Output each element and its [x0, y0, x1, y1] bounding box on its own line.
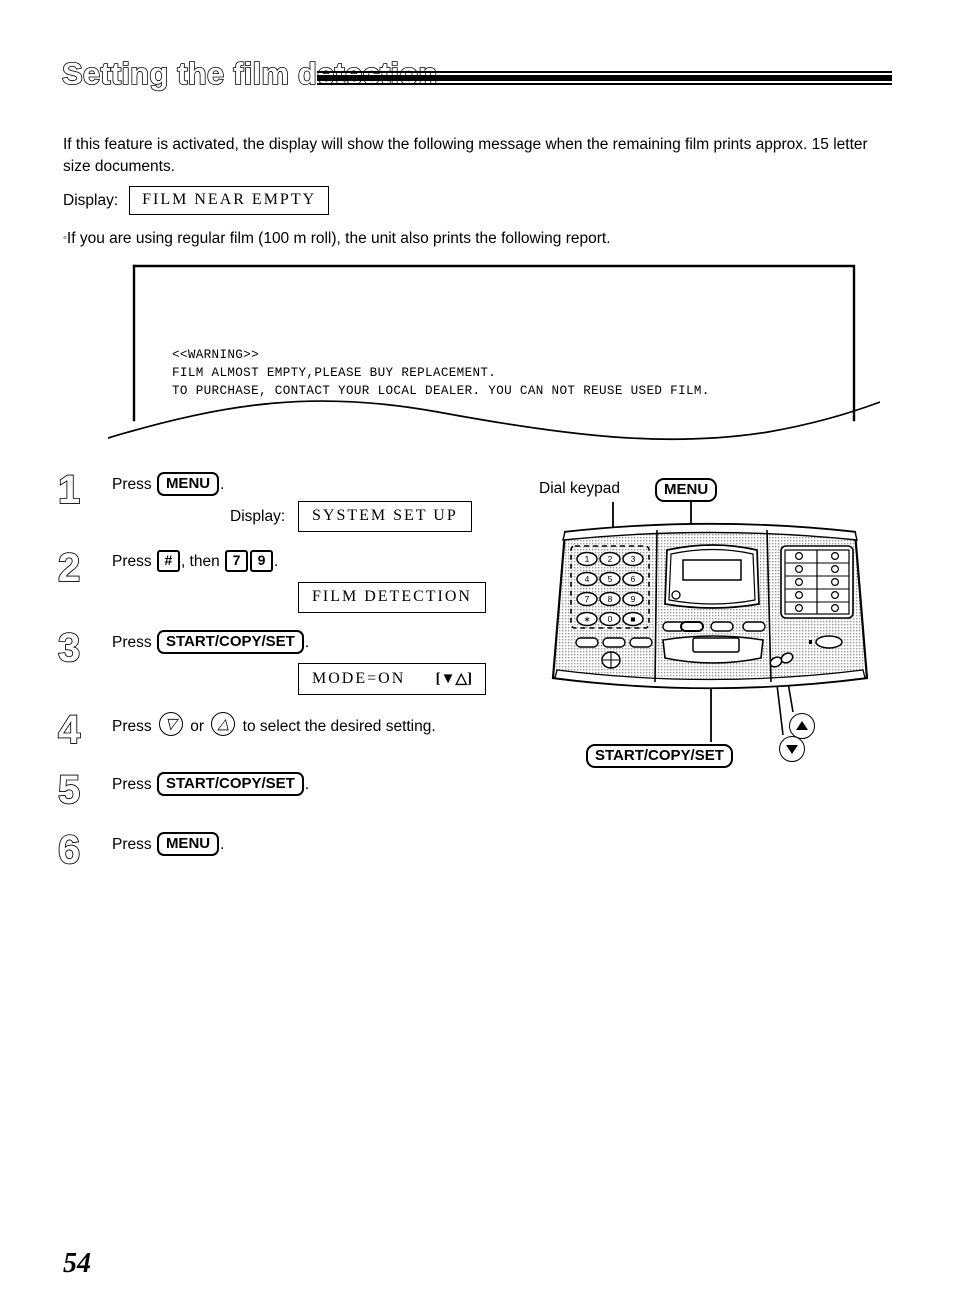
fax-machine-diagram: Dial keypad MENU START/COPY/SET 1 2 3 4 …	[535, 478, 885, 780]
step-4-press-label: Press	[112, 718, 152, 735]
display-example-value: FILM NEAR EMPTY	[129, 186, 330, 215]
step-3-display-arrows: [▼△]	[435, 671, 472, 687]
step-1-display-label: Display:	[230, 508, 286, 525]
procedure-steps: 1 Press MENU. Display: SYSTEM SET UP 2 P…	[57, 467, 518, 888]
page-number: 54	[63, 1248, 91, 1279]
step-2-then-label: , then	[180, 553, 220, 570]
step-5: 5 Press START/COPY/SET.	[57, 767, 518, 828]
step-6-press-label: Press	[112, 836, 152, 853]
manual-page: Setting the film detection If this featu…	[0, 0, 954, 1304]
up-triangle-button-icon[interactable]: △	[211, 712, 236, 736]
svg-text:8: 8	[608, 594, 613, 604]
step-5-number: 5	[57, 767, 81, 813]
svg-text:5: 5	[608, 574, 613, 584]
svg-text:4: 4	[585, 574, 590, 584]
start-copy-set-key-2[interactable]: START/COPY/SET	[156, 772, 304, 796]
step-1-display-value: SYSTEM SET UP	[298, 501, 472, 532]
svg-text:3: 3	[631, 554, 636, 564]
svg-text:9: 9	[631, 594, 636, 604]
menu-key-2[interactable]: MENU	[156, 832, 220, 856]
step-1-number: 1	[57, 467, 81, 513]
step-3-display-value: MODE=ON	[312, 669, 406, 687]
step-3: 3 Press START/COPY/SET. MODE=ON [▼△]	[57, 625, 518, 708]
hash-key[interactable]: #	[156, 550, 180, 572]
svg-text:0: 0	[608, 614, 613, 624]
title-rule-thick	[317, 75, 892, 81]
svg-text:■: ■	[630, 614, 635, 624]
report-line-2: FILM ALMOST EMPTY,PLEASE BUY REPLACEMENT…	[172, 366, 497, 380]
step-2-instruction: Press #, then 79.	[112, 546, 518, 573]
control-panel-illustration: 1 2 3 4 5 6 7 8 9 ∗ 0 ■	[551, 502, 869, 742]
display-example-label: Display:	[63, 191, 119, 209]
step-4-or-label: or	[190, 718, 205, 735]
title-rule-thin-top	[317, 71, 892, 73]
digit-9-key[interactable]: 9	[250, 550, 274, 572]
step-1-press-label: Press	[112, 476, 152, 493]
intro-paragraph: If this feature is activated, the displa…	[63, 136, 868, 175]
display-example: Display: FILM NEAR EMPTY	[63, 186, 330, 215]
step-5-press-label: Press	[112, 776, 152, 793]
step-1-period: .	[220, 476, 225, 493]
step-4-instruction: Press ▽ or △ to select the desired setti…	[112, 708, 518, 738]
step-1: 1 Press MENU. Display: SYSTEM SET UP	[57, 467, 518, 546]
title-rule-thin-bottom	[317, 83, 892, 85]
step-3-period: .	[304, 634, 310, 651]
svg-text:∗: ∗	[583, 614, 590, 624]
svg-text:6: 6	[631, 574, 636, 584]
svg-text:7: 7	[585, 594, 590, 604]
step-3-number: 3	[57, 625, 81, 671]
step-4-number: 4	[57, 707, 81, 753]
step-2: 2 Press #, then 79. FILM DETECTION	[57, 545, 518, 626]
step-6-instruction: Press MENU.	[112, 828, 518, 856]
step-3-display: MODE=ON [▼△]	[298, 663, 486, 695]
report-line-3: TO PURCHASE, CONTACT YOUR LOCAL DEALER. …	[172, 384, 710, 398]
page-header: Setting the film detection	[61, 55, 892, 105]
step-1-instruction: Press MENU.	[112, 468, 518, 496]
step-6-number: 6	[57, 827, 81, 873]
start-copy-set-key[interactable]: START/COPY/SET	[156, 630, 304, 654]
step-5-period: .	[304, 776, 310, 793]
step-3-instruction: Press START/COPY/SET.	[112, 626, 518, 654]
step-2-period: .	[274, 553, 279, 570]
report-line-1: <<WARNING>>	[172, 348, 259, 362]
title-rule-group	[317, 71, 892, 85]
regular-film-note: ◦If you are using regular film (100 m ro…	[63, 228, 883, 249]
warning-report-sample: <<WARNING>> FILM ALMOST EMPTY,PLEASE BUY…	[108, 262, 880, 448]
step-2-number: 2	[57, 545, 81, 591]
step-4: 4 Press ▽ or △ to select the desired set…	[57, 707, 518, 768]
step-4-tail-label: to select the desired setting.	[242, 718, 436, 735]
step-6-period: .	[220, 836, 225, 853]
step-3-press-label: Press	[112, 634, 152, 651]
note-text: If you are using regular film (100 m rol…	[66, 230, 611, 247]
menu-key[interactable]: MENU	[156, 472, 220, 496]
step-2-press-label: Press	[112, 553, 152, 570]
step-2-display-value: FILM DETECTION	[298, 582, 486, 613]
svg-text:1: 1	[585, 554, 590, 564]
down-triangle-button-icon[interactable]: ▽	[158, 712, 183, 736]
svg-text:2: 2	[608, 554, 613, 564]
step-5-instruction: Press START/COPY/SET.	[112, 768, 518, 796]
digit-7-key[interactable]: 7	[225, 550, 249, 572]
step-6: 6 Press MENU.	[57, 827, 518, 888]
